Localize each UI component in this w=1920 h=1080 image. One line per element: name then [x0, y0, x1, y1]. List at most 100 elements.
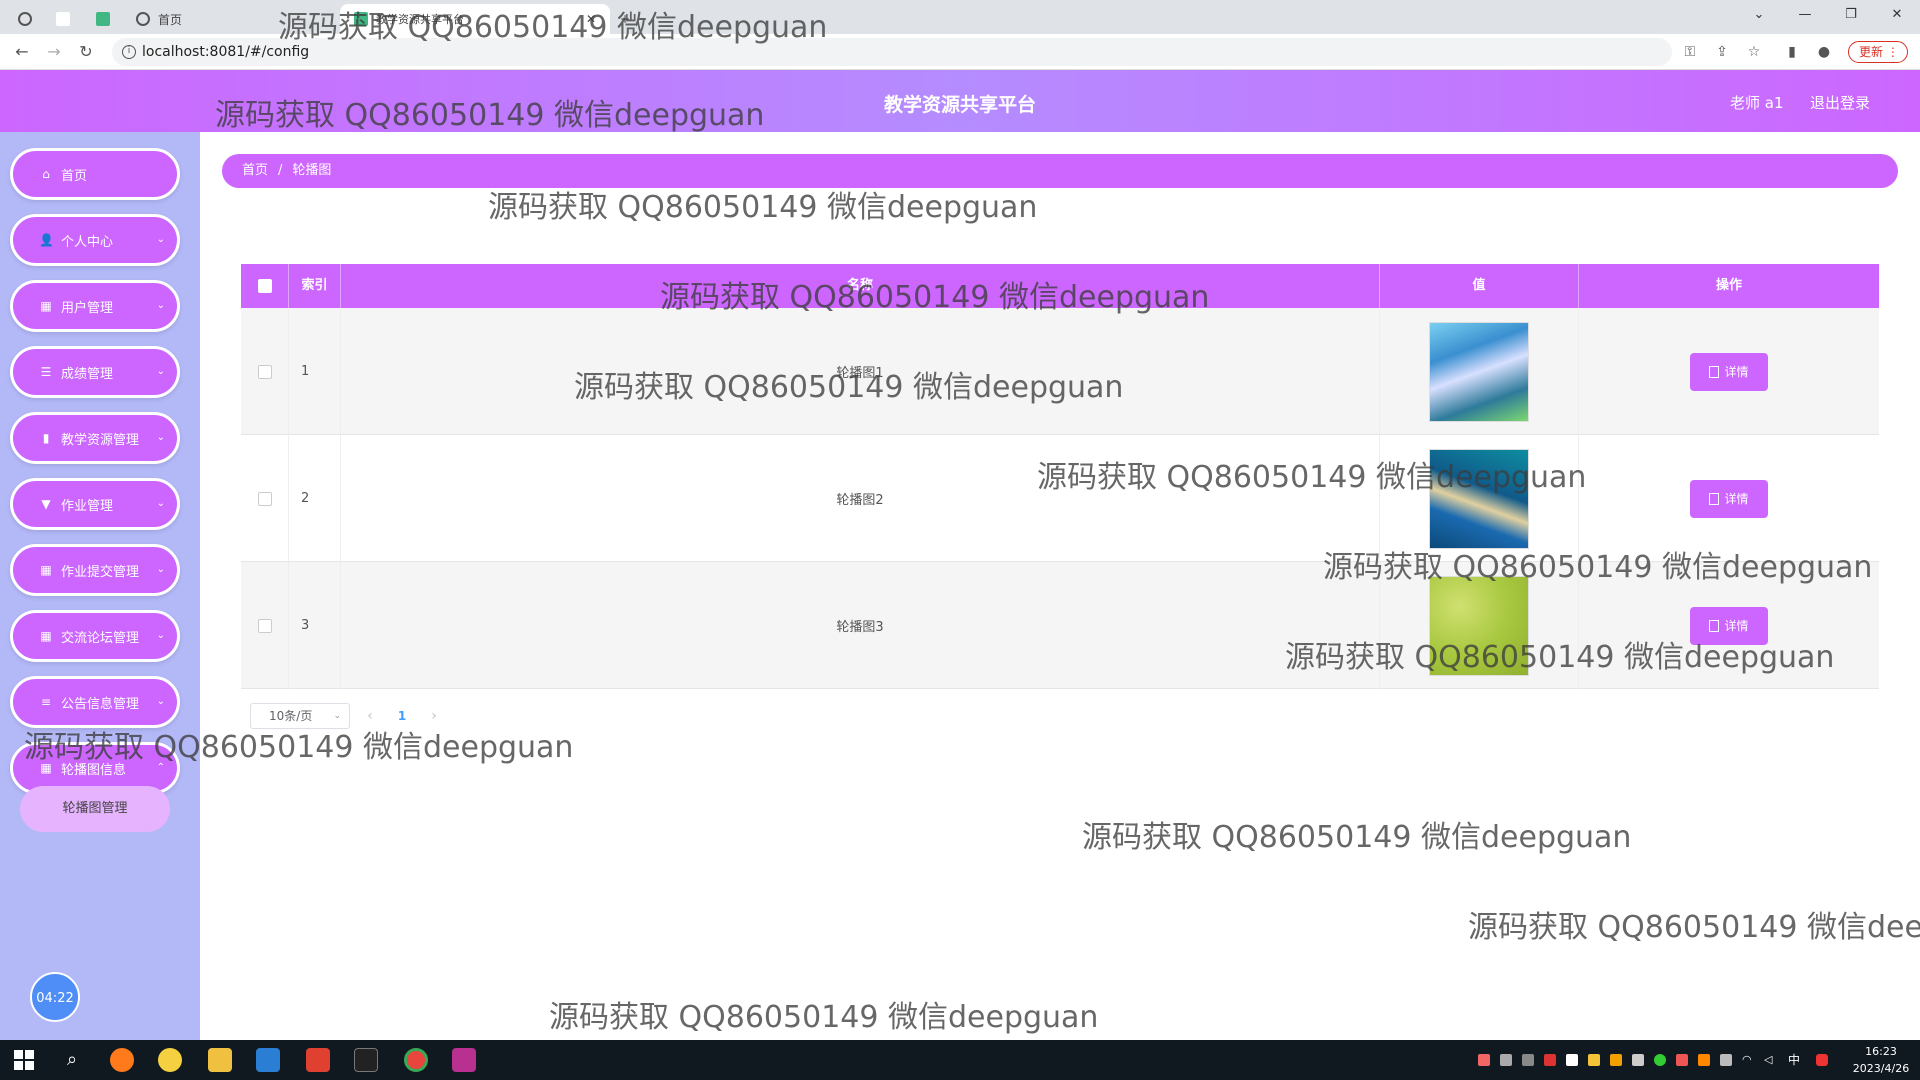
terminal-icon[interactable]: [354, 1048, 378, 1072]
next-page-icon[interactable]: ›: [422, 708, 446, 724]
taskbar-date: 2023/4/26: [1852, 1062, 1910, 1075]
select-all-checkbox[interactable]: [257, 279, 272, 293]
firefox-icon[interactable]: [110, 1048, 134, 1072]
star-icon[interactable]: ☆: [1744, 42, 1764, 62]
row-value-cell: [1380, 308, 1579, 435]
sidebar-item-scores[interactable]: ☰ 成绩管理 ⌄: [10, 346, 180, 398]
tray-app-icon[interactable]: [1610, 1054, 1622, 1066]
update-button[interactable]: 更新 ⋮: [1848, 41, 1908, 63]
carousel-image[interactable]: [1429, 321, 1529, 422]
vscode-icon[interactable]: [256, 1048, 280, 1072]
chevron-down-icon: ⌄: [156, 630, 165, 641]
tab-active[interactable]: 教学资源共享平台 ✕: [340, 4, 610, 34]
minimize-button[interactable]: —: [1782, 0, 1828, 30]
select-all-cell: [241, 264, 289, 308]
tray-app-icon[interactable]: [1522, 1054, 1534, 1066]
chrome-icon[interactable]: [404, 1048, 428, 1072]
sidebar-item-home[interactable]: ⌂ 首页: [10, 148, 180, 200]
back-icon[interactable]: ←: [10, 40, 34, 64]
taskbar-clock[interactable]: 16:23 2023/4/26: [1846, 1043, 1916, 1077]
sogou-icon[interactable]: [1816, 1054, 1828, 1066]
breadcrumb-home[interactable]: 首页: [242, 163, 268, 178]
info-icon[interactable]: i: [122, 45, 136, 59]
page-number[interactable]: 1: [390, 709, 414, 723]
chevron-down-icon: ⌄: [156, 564, 165, 575]
file-explorer-icon[interactable]: [208, 1048, 232, 1072]
tray-app-icon[interactable]: [1588, 1054, 1600, 1066]
wifi-icon[interactable]: ◠: [1742, 1054, 1754, 1066]
sidebar-item-label: 成绩管理: [61, 366, 114, 382]
tray-app-icon[interactable]: [1698, 1054, 1710, 1066]
sidebar-item-submissions[interactable]: ▦ 作业提交管理 ⌄: [10, 544, 180, 596]
restore-button[interactable]: ❐: [1828, 0, 1874, 30]
carousel-image[interactable]: [1429, 575, 1529, 676]
tray-app-icon[interactable]: [1544, 1054, 1556, 1066]
detail-button[interactable]: 详情: [1690, 479, 1768, 518]
document-icon: [1709, 492, 1720, 505]
row-index: 3: [289, 562, 341, 689]
tray-app-icon[interactable]: [1566, 1054, 1578, 1066]
close-tab-icon[interactable]: ✕: [586, 12, 596, 26]
tray-app-icon[interactable]: [1500, 1054, 1512, 1066]
sidebar-item-users[interactable]: ▦ 用户管理 ⌄: [10, 280, 180, 332]
address-bar-row: ← → ↻ i localhost:8081/#/config ⚿ ⇪ ☆ ▮ …: [0, 34, 1920, 70]
tab-vue[interactable]: [96, 4, 118, 34]
reload-icon[interactable]: ↻: [74, 40, 98, 64]
search-icon[interactable]: ⌕: [60, 1048, 84, 1072]
row-action-cell: 详情: [1579, 308, 1879, 435]
watermark: 源码获取 QQ86050149 微信deepguan: [1468, 910, 1920, 945]
detail-button[interactable]: 详情: [1690, 352, 1768, 391]
tab-home-label: 首页: [158, 12, 183, 27]
logout-button[interactable]: 退出登录: [1810, 92, 1870, 113]
user-icon: 👤: [39, 233, 54, 247]
url-input[interactable]: i localhost:8081/#/config: [112, 38, 1672, 66]
volume-icon[interactable]: ◁: [1764, 1054, 1776, 1066]
table-row: 1 轮播图1 详情: [241, 308, 1879, 435]
sidebar-item-homework[interactable]: ▼ 作业管理 ⌄: [10, 478, 180, 530]
sidebar-item-notices[interactable]: ≡ 公告信息管理 ⌄: [10, 676, 180, 728]
row-checkbox[interactable]: [257, 364, 272, 379]
col-index: 索引: [289, 264, 341, 308]
wps-icon[interactable]: [306, 1048, 330, 1072]
close-window-button[interactable]: ✕: [1874, 0, 1920, 30]
detail-label: 详情: [1724, 492, 1749, 506]
sidebar-item-label: 作业提交管理: [61, 564, 140, 580]
tab-blank[interactable]: [56, 4, 78, 34]
tab-extension[interactable]: [18, 4, 40, 34]
grid-icon: ▦: [40, 563, 52, 577]
sidebar-item-resources[interactable]: ▮ 教学资源管理 ⌄: [10, 412, 180, 464]
sidebar-item-label: 轮播图信息: [61, 762, 127, 778]
forward-icon[interactable]: →: [42, 40, 66, 64]
key-icon[interactable]: ⚿: [1680, 42, 1700, 62]
wechat-icon[interactable]: [1654, 1054, 1666, 1066]
grid-icon: ▦: [40, 299, 52, 313]
battery-icon[interactable]: [1720, 1054, 1732, 1066]
detail-button[interactable]: 详情: [1690, 606, 1768, 645]
watermark: 源码获取 QQ86050149 微信deepguan: [1082, 820, 1632, 855]
new-tab-button[interactable]: +: [620, 4, 630, 34]
clock-badge[interactable]: 04:22: [30, 972, 80, 1022]
carousel-image[interactable]: [1429, 448, 1529, 549]
tray-app-icon[interactable]: [1676, 1054, 1688, 1066]
tab-search-icon[interactable]: ⌄: [1736, 0, 1782, 30]
row-checkbox[interactable]: [257, 491, 272, 506]
sidebar-item-profile[interactable]: 👤 个人中心 ⌄: [10, 214, 180, 266]
update-label: 更新: [1859, 45, 1884, 59]
sidebar-item-forum[interactable]: ▦ 交流论坛管理 ⌄: [10, 610, 180, 662]
tray-app-icon[interactable]: [1632, 1054, 1644, 1066]
profile-icon[interactable]: ●: [1814, 42, 1834, 62]
row-checkbox[interactable]: [257, 618, 272, 633]
idea-icon[interactable]: [452, 1048, 476, 1072]
share-icon[interactable]: ⇪: [1712, 42, 1732, 62]
app-icon[interactable]: [158, 1048, 182, 1072]
sidepanel-icon[interactable]: ▮: [1782, 42, 1802, 62]
ime-indicator[interactable]: 中: [1788, 1054, 1800, 1066]
row-value-cell: [1380, 562, 1579, 689]
tab-home[interactable]: 首页: [136, 4, 182, 34]
windows-start-icon[interactable]: [14, 1050, 34, 1070]
page-size-select[interactable]: 10条/页 ⌄: [250, 703, 350, 729]
tray-app-icon[interactable]: [1478, 1054, 1490, 1066]
row-action-cell: 详情: [1579, 435, 1879, 562]
sidebar-subitem-carousel-manage[interactable]: 轮播图管理: [20, 786, 170, 832]
prev-page-icon[interactable]: ‹: [358, 708, 382, 724]
